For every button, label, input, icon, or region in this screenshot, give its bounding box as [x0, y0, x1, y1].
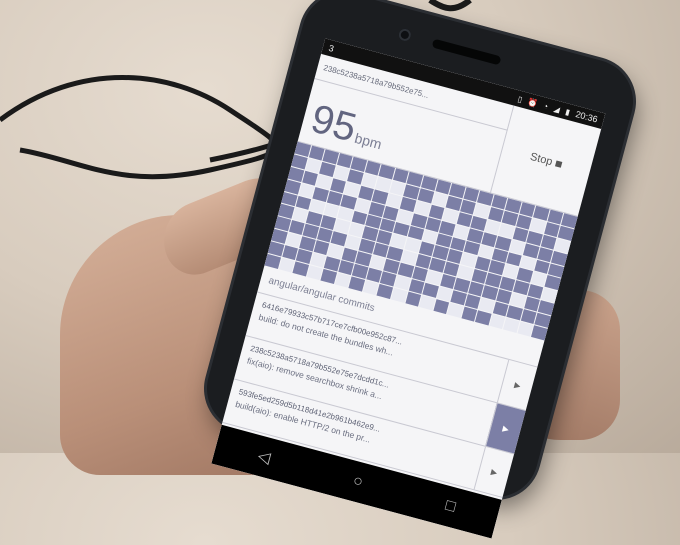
back-icon[interactable]: ◁ — [256, 446, 273, 469]
notification-count: 3 — [327, 42, 336, 54]
alarm-icon: ⏰ — [526, 96, 539, 108]
front-camera — [397, 27, 413, 43]
recents-icon[interactable]: □ — [443, 497, 458, 517]
signal-icon: ◢ — [552, 103, 562, 114]
earpiece — [431, 38, 502, 66]
vibrate-icon: ▯ — [516, 94, 524, 104]
play-icon: ▶ — [490, 466, 499, 478]
bpm-unit: bpm — [353, 129, 384, 153]
home-icon[interactable]: ○ — [351, 472, 365, 492]
battery-icon: ▮ — [564, 106, 572, 117]
stop-icon — [555, 160, 563, 168]
wifi-icon: ◔ — [542, 100, 550, 111]
play-icon: ▶ — [501, 423, 511, 434]
play-icon: ▶ — [513, 379, 522, 391]
stop-label: Stop — [528, 150, 554, 169]
bpm-value: 95 — [306, 96, 361, 151]
